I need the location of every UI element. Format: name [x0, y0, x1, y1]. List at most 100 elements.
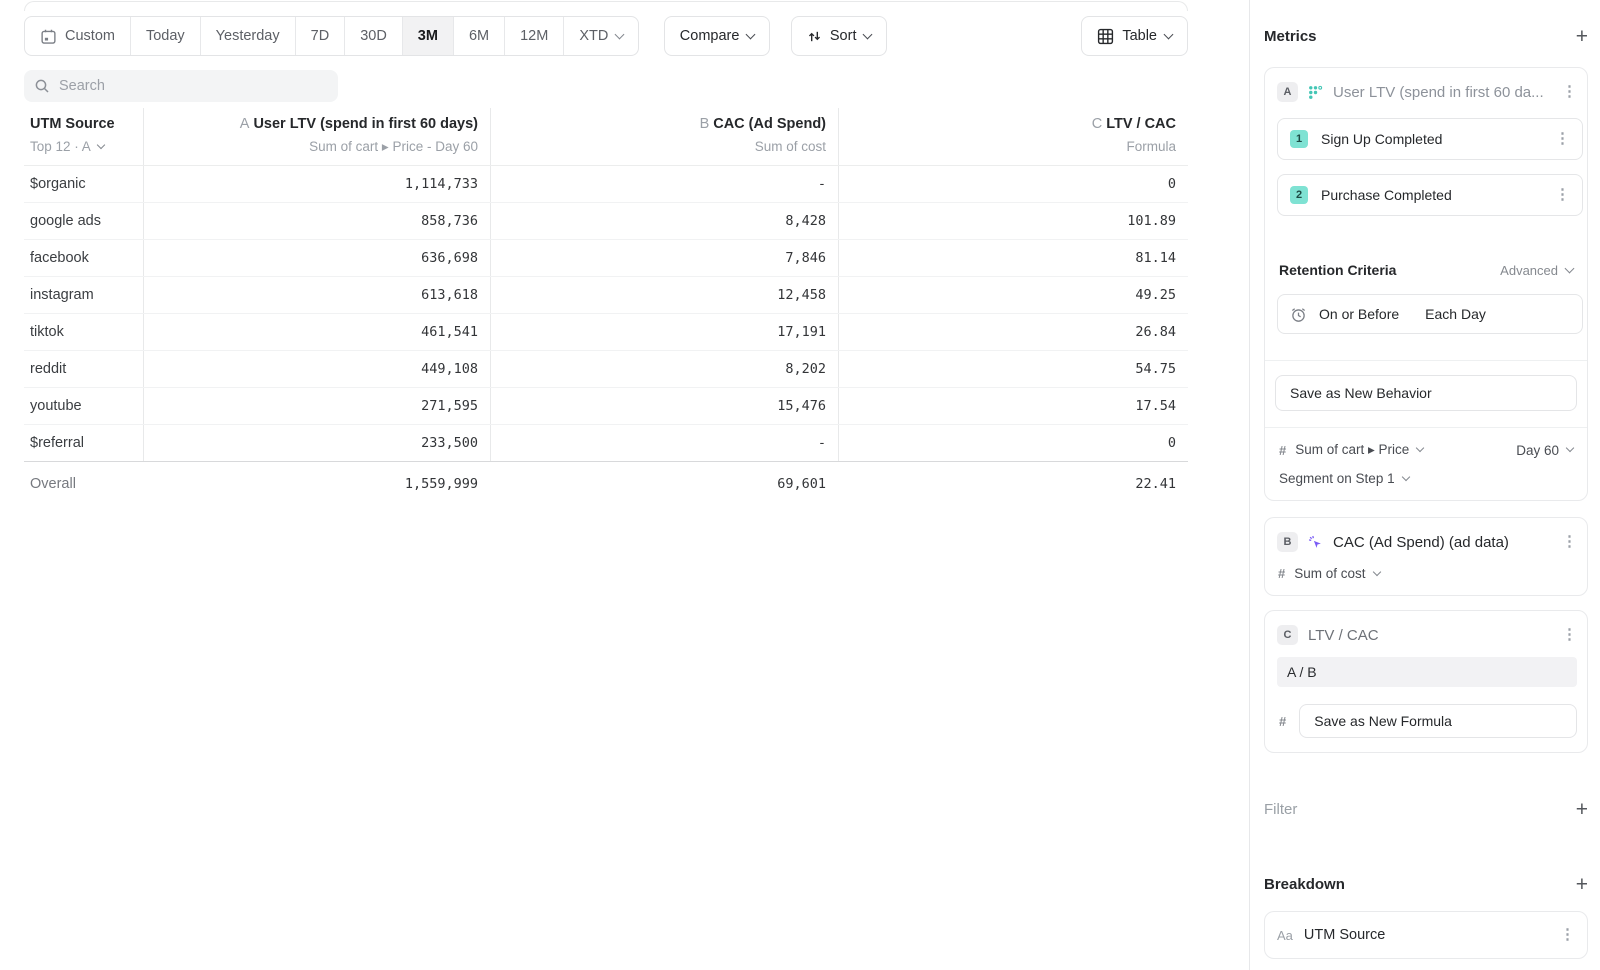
retention-behavior-card[interactable]: On or Before Each Day — [1277, 294, 1583, 334]
chevron-down-icon — [1416, 444, 1424, 452]
date-range-label: Custom — [65, 28, 115, 44]
search-icon — [34, 78, 50, 94]
step-1-badge: 1 — [1290, 130, 1308, 148]
metrics-sidebar: Metrics + A User LTV (spend in first 60 … — [1249, 0, 1600, 970]
segment-step-dropdown[interactable]: Segment on Step 1 — [1279, 471, 1573, 486]
breakdown-table: UTM Source Top 12 · A AUser LTV (spend i… — [24, 108, 1188, 506]
search-input[interactable] — [59, 78, 328, 94]
kebab-menu-icon[interactable]: ⋮ — [1555, 132, 1570, 146]
table-grid-icon — [1097, 28, 1114, 45]
retention-criteria-label: Retention Criteria — [1279, 262, 1396, 278]
metric-b-header[interactable]: B CAC (Ad Spend) (ad data) ⋮ — [1277, 518, 1577, 562]
chevron-down-icon — [746, 29, 756, 39]
chart-card-top-edge — [24, 1, 1188, 11]
breakdown-title: Breakdown — [1264, 876, 1345, 893]
kebab-menu-icon[interactable]: ⋮ — [1562, 535, 1577, 549]
report-toolbar: Custom Today Yesterday 7D 30D 3M 6M 12M … — [24, 16, 1188, 56]
segment-row: Segment on Step 1 — [1265, 471, 1587, 486]
measure-window-dropdown[interactable]: Day 60 — [1516, 443, 1573, 458]
kebab-menu-icon[interactable]: ⋮ — [1562, 85, 1577, 99]
table-row[interactable]: instagram 613,618 12,458 49.25 — [24, 276, 1188, 313]
column-header-metric-a[interactable]: AUser LTV (spend in first 60 days) Sum o… — [143, 108, 490, 165]
date-range-today[interactable]: Today — [131, 17, 201, 55]
metric-a-badge: A — [1277, 82, 1298, 102]
add-breakdown-button[interactable]: + — [1576, 877, 1588, 893]
table-row[interactable]: youtube 271,595 15,476 17.54 — [24, 387, 1188, 424]
step-2-card[interactable]: 2 Purchase Completed ⋮ — [1277, 174, 1583, 216]
table-row[interactable]: google ads 858,736 8,428 101.89 — [24, 202, 1188, 239]
column-header-utm-source[interactable]: UTM Source Top 12 · A — [24, 108, 143, 165]
advanced-dropdown[interactable]: Advanced — [1500, 263, 1573, 278]
table-row[interactable]: reddit 449,108 8,202 54.75 — [24, 350, 1188, 387]
text-property-icon: Aa — [1277, 928, 1293, 943]
date-range-6m[interactable]: 6M — [454, 17, 505, 55]
add-filter-button[interactable]: + — [1576, 802, 1588, 818]
date-range-custom[interactable]: Custom — [25, 17, 131, 55]
sort-arrows-icon — [807, 29, 822, 44]
add-metric-button[interactable]: + — [1576, 29, 1588, 45]
metrics-title: Metrics — [1264, 28, 1317, 45]
date-range-yesterday[interactable]: Yesterday — [201, 17, 296, 55]
date-range-selector: Custom Today Yesterday 7D 30D 3M 6M 12M … — [24, 16, 639, 56]
search-box — [24, 70, 338, 102]
divider — [1265, 427, 1587, 428]
chevron-down-icon — [1401, 472, 1409, 480]
chevron-down-icon — [615, 29, 625, 39]
table-header-row: UTM Source Top 12 · A AUser LTV (spend i… — [24, 108, 1188, 165]
metric-c-card: C LTV / CAC ⋮ A / B # Save as New Formul… — [1264, 610, 1588, 753]
table-body: $organic 1,114,733 - 0 google ads 858,73… — [24, 165, 1188, 461]
save-behavior-button[interactable]: Save as New Behavior — [1275, 375, 1577, 411]
kebab-menu-icon[interactable]: ⋮ — [1562, 628, 1577, 642]
table-row[interactable]: $organic 1,114,733 - 0 — [24, 165, 1188, 202]
metric-c-header[interactable]: C LTV / CAC ⋮ — [1277, 611, 1577, 657]
filter-section-header: Filter + — [1264, 801, 1588, 818]
save-formula-button[interactable]: Save as New Formula — [1299, 704, 1577, 738]
formula-row: # Save as New Formula — [1277, 704, 1577, 738]
date-range-30d[interactable]: 30D — [345, 17, 403, 55]
kebab-menu-icon[interactable]: ⋮ — [1560, 928, 1575, 942]
formula-input[interactable]: A / B — [1277, 657, 1577, 687]
chevron-down-icon — [1565, 263, 1575, 273]
breakdown-section-header: Breakdown + — [1264, 876, 1588, 893]
filter-title: Filter — [1264, 801, 1297, 818]
metric-b-measure-row: # Sum of cost — [1277, 566, 1577, 581]
sort-button[interactable]: Sort — [791, 16, 888, 56]
metric-b-title: CAC (Ad Spend) (ad data) — [1333, 534, 1552, 551]
top-n-dropdown[interactable]: Top 12 · A — [24, 139, 143, 154]
metric-a-header[interactable]: A User LTV (spend in first 60 da... ⋮ — [1265, 68, 1587, 118]
compare-button[interactable]: Compare — [664, 16, 771, 56]
ad-sparkle-icon — [1308, 535, 1323, 550]
metric-b-card: B CAC (Ad Spend) (ad data) ⋮ # Sum of co… — [1264, 517, 1588, 596]
alarm-clock-icon — [1290, 306, 1307, 323]
step-1-card[interactable]: 1 Sign Up Completed ⋮ — [1277, 118, 1583, 160]
numeric-hash-icon: # — [1279, 714, 1286, 729]
divider — [1265, 360, 1587, 361]
numeric-hash-icon: # — [1279, 443, 1286, 458]
column-header-metric-c[interactable]: CLTV / CAC Formula — [838, 108, 1188, 165]
chevron-down-icon — [863, 29, 873, 39]
table-overall-row: Overall 1,559,999 69,601 22.41 — [24, 461, 1188, 506]
kebab-menu-icon[interactable]: ⋮ — [1555, 188, 1570, 202]
metric-b-badge: B — [1277, 532, 1298, 552]
metrics-header: Metrics + — [1264, 28, 1588, 45]
metric-a-measure-row: # Sum of cart ▸ Price Day 60 — [1265, 442, 1587, 458]
column-header-metric-b[interactable]: BCAC (Ad Spend) Sum of cost — [490, 108, 838, 165]
table-row[interactable]: tiktok 461,541 17,191 26.84 — [24, 313, 1188, 350]
date-range-3m-selected[interactable]: 3M — [403, 17, 454, 55]
table-row[interactable]: $referral 233,500 - 0 — [24, 424, 1188, 461]
date-range-7d[interactable]: 7D — [296, 17, 346, 55]
measure-property-dropdown[interactable]: Sum of cart ▸ Price — [1295, 442, 1423, 458]
view-type-button[interactable]: Table — [1081, 16, 1188, 56]
date-range-12m[interactable]: 12M — [505, 17, 564, 55]
chevron-down-icon — [1372, 567, 1380, 575]
chevron-down-icon — [1566, 444, 1574, 452]
chevron-down-icon — [97, 140, 105, 148]
behavior-dots-icon — [1308, 85, 1323, 100]
date-range-xtd[interactable]: XTD — [564, 17, 638, 55]
metric-c-title: LTV / CAC — [1308, 627, 1552, 644]
step-2-badge: 2 — [1290, 186, 1308, 204]
breakdown-utm-source-card[interactable]: Aa UTM Source ⋮ — [1264, 911, 1588, 959]
measure-property-dropdown[interactable]: Sum of cost — [1294, 566, 1379, 581]
table-row[interactable]: facebook 636,698 7,846 81.14 — [24, 239, 1188, 276]
report-main-panel: Custom Today Yesterday 7D 30D 3M 6M 12M … — [0, 0, 1249, 970]
